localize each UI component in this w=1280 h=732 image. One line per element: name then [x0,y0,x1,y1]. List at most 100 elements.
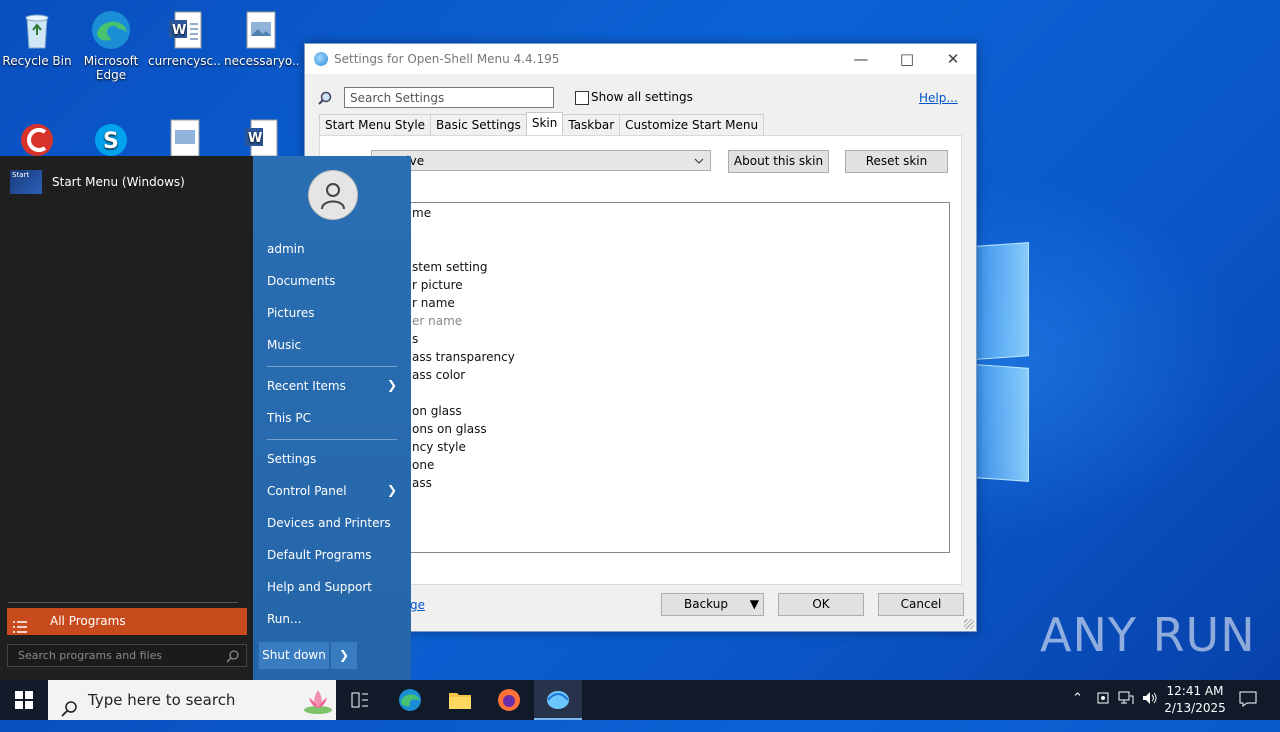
shutdown-button[interactable]: Shut down [259,642,329,669]
start-item-run[interactable]: Run... [267,612,301,626]
tab-basic-settings[interactable]: Basic Settings [430,114,527,136]
skin-option[interactable]: ons on glass [412,422,487,436]
taskbar-file-explorer-button[interactable] [436,684,484,716]
tab-taskbar[interactable]: Taskbar [562,114,621,136]
start-item-devices-printers[interactable]: Devices and Printers [267,516,391,530]
list-icon [13,616,27,633]
skin-option[interactable]: stem setting [412,260,487,274]
ok-button[interactable]: OK [778,593,864,616]
skin-option[interactable]: on glass [412,404,462,418]
skin-option[interactable]: ass [412,476,432,490]
chevron-right-icon: ❯ [386,483,397,497]
start-item-recent-items[interactable]: Recent Items [267,379,346,393]
maximize-button[interactable]: □ [884,44,930,74]
help-link[interactable]: Help... [919,91,958,105]
start-item-documents[interactable]: Documents [267,274,335,288]
reset-skin-button[interactable]: Reset skin [845,150,948,173]
firefox-icon [498,689,520,711]
skin-option[interactable]: ass transparency [412,350,515,364]
notifications-button[interactable] [1239,691,1257,711]
recycle-bin-icon [15,8,59,52]
svg-text:W: W [248,131,262,146]
window-title: Settings for Open-Shell Menu 4.4.195 [334,52,560,66]
start-item-admin[interactable]: admin [267,242,305,256]
network-icon[interactable] [1118,691,1134,709]
taskbar-firefox-button[interactable] [485,684,533,716]
start-menu-windows-label: Start Menu (Windows) [52,175,185,189]
title-bar[interactable]: Settings for Open-Shell Menu 4.4.195 — □… [305,44,976,74]
skin-option[interactable]: r name [412,296,455,310]
start-item-default-programs[interactable]: Default Programs [267,548,372,562]
svg-text:S: S [103,129,119,154]
taskbar-open-shell-button[interactable] [534,680,582,720]
anyrun-watermark: ANY RUN [1040,608,1256,662]
open-shell-icon [314,52,328,66]
desktop-icon-image-file[interactable] [148,112,222,162]
skin-panel: sive About this skin Reset skin me stem … [319,135,962,585]
clock[interactable]: 12:41 AM 2/13/2025 [1164,683,1226,717]
user-avatar[interactable] [308,170,358,220]
tab-start-menu-style[interactable]: Start Menu Style [319,114,432,136]
about-skin-button[interactable]: About this skin [728,150,829,173]
start-item-this-pc[interactable]: This PC [267,411,311,425]
start-button[interactable] [0,680,48,720]
skype-icon: S [89,116,133,160]
lotus-search-highlight-icon [303,684,333,731]
start-item-settings[interactable]: Settings [267,452,316,466]
skin-dropdown[interactable]: sive [371,150,711,171]
network-adapter-icon[interactable] [1096,691,1110,709]
show-all-settings-checkbox[interactable] [575,91,589,105]
search-icon [226,649,240,663]
folder-icon [449,693,471,709]
skin-option[interactable]: me [412,206,431,220]
skin-option[interactable]: ncy style [412,440,466,454]
all-programs-label: All Programs [50,614,126,628]
show-hidden-icons-button[interactable]: ⌃ [1072,691,1083,706]
taskbar: Type here to search ⌃ 12:41 AM 2/13/2025 [0,680,1280,720]
tab-customize-start-menu[interactable]: Customize Start Menu [619,114,765,136]
all-programs-button[interactable]: All Programs [7,608,247,635]
resize-grip[interactable] [964,619,974,629]
minimize-button[interactable]: — [838,44,884,74]
desktop-icon-recycle-bin[interactable]: Recycle Bin [0,4,74,68]
taskbar-search-box[interactable]: Type here to search [48,680,336,720]
desktop-icon-edge[interactable]: Microsoft Edge [74,4,148,82]
search-icon [318,91,332,108]
image-file-icon [163,116,207,160]
desktop-icon-skype[interactable]: S [74,112,148,162]
taskbar-edge-button[interactable] [386,684,434,716]
start-item-control-panel[interactable]: Control Panel [267,484,347,498]
skin-option-disabled: er name [412,314,463,328]
desktop-icon-ccleaner[interactable] [0,112,74,162]
skin-options-list: me stem setting r picture r name er name… [371,202,950,553]
edge-icon [399,689,421,711]
shutdown-options-button[interactable]: ❯ [331,642,357,669]
clock-time: 12:41 AM [1166,684,1224,698]
desktop-icon-word-doc[interactable]: W [224,112,298,162]
svg-text:W: W [172,23,186,38]
desktop-icon-necessary-image[interactable]: necessaryo... [224,4,298,68]
skin-option[interactable]: one [412,458,434,472]
edge-icon [89,8,133,52]
cancel-button[interactable]: Cancel [878,593,964,616]
windows-logo-wallpaper [975,238,1030,493]
backup-button[interactable]: Backup ▼ [661,593,764,616]
start-menu-windows-item[interactable]: Start Start Menu (Windows) [10,170,185,194]
skin-option[interactable]: s [412,332,418,346]
volume-icon[interactable] [1142,691,1158,709]
ccleaner-icon [15,116,59,160]
notification-icon [1239,691,1257,707]
close-button[interactable]: ✕ [930,44,976,74]
start-item-help-support[interactable]: Help and Support [267,580,372,594]
divider [8,602,238,603]
start-item-pictures[interactable]: Pictures [267,306,315,320]
desktop-icon-currency-doc[interactable]: W currencysc... [148,4,222,68]
skin-option[interactable]: ass color [412,368,465,382]
task-view-button[interactable] [336,684,384,716]
show-all-settings-label: Show all settings [591,90,693,104]
search-settings-input[interactable]: Search Settings [344,87,554,108]
start-item-music[interactable]: Music [267,338,301,352]
skin-option[interactable]: r picture [412,278,463,292]
start-search-input[interactable]: Search programs and files [7,644,247,667]
open-shell-icon [546,688,570,713]
